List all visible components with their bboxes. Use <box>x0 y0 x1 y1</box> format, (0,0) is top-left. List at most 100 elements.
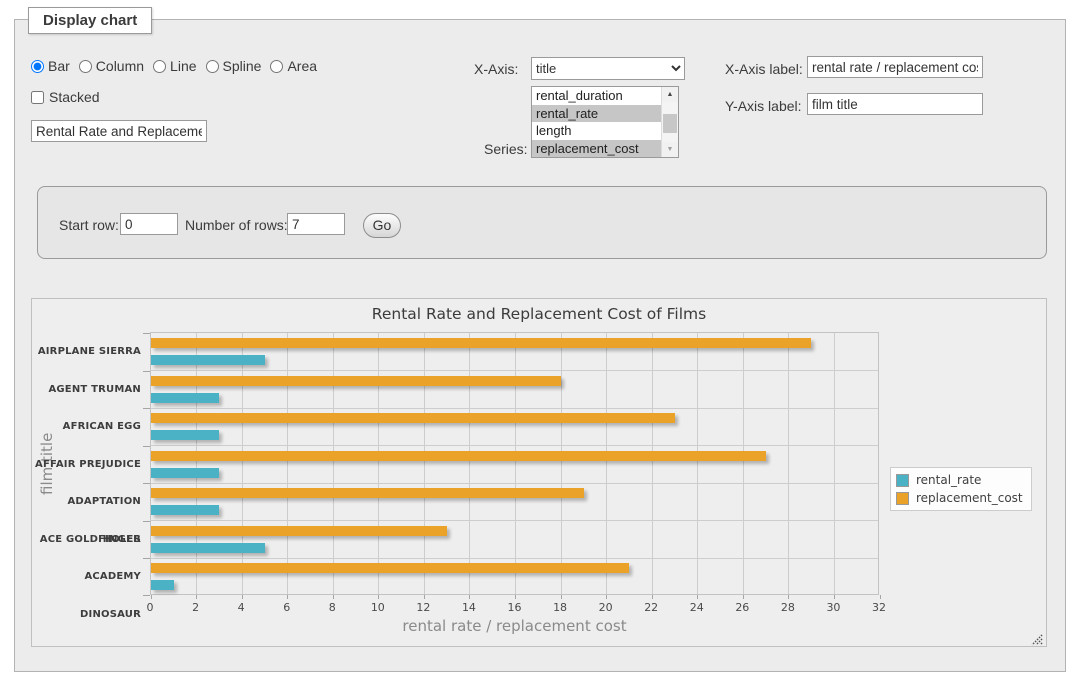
rows-panel: Start row: Number of rows: Go <box>37 186 1047 259</box>
radio-label: Line <box>170 58 196 74</box>
chart-panel: Rental Rate and Replacement Cost of Film… <box>31 298 1047 647</box>
chart-title-input[interactable] <box>31 120 207 142</box>
series-option-replacement_cost[interactable]: replacement_cost <box>532 140 661 158</box>
radio-icon[interactable] <box>206 60 219 73</box>
bar-replacement_cost <box>151 526 447 536</box>
radio-label: Spline <box>223 58 262 74</box>
num-rows-label: Number of rows: <box>185 217 288 233</box>
bar-rental_rate <box>151 580 174 590</box>
x-tick-mark <box>834 595 835 599</box>
y-category-label: AFRICAN EGG <box>31 408 141 446</box>
gridline <box>606 333 607 594</box>
x-axis-label-input[interactable] <box>807 56 983 78</box>
y-tick-mark <box>143 483 150 484</box>
radio-label: Bar <box>48 58 70 74</box>
radio-icon[interactable] <box>31 60 44 73</box>
x-tick-label: 2 <box>176 601 216 614</box>
x-axis-title: rental rate / replacement cost <box>150 617 879 635</box>
bar-replacement_cost <box>151 338 811 348</box>
x-tick-label: 6 <box>267 601 307 614</box>
scroll-down-icon[interactable]: ▼ <box>662 142 678 157</box>
gridline <box>834 333 835 594</box>
x-tick-label: 30 <box>813 601 853 614</box>
num-rows-input[interactable] <box>287 213 345 235</box>
series-scrollbar[interactable]: ▲ ▼ <box>661 87 678 157</box>
radio-label: Area <box>287 58 317 74</box>
chart-type-radio-spline[interactable]: Spline <box>206 58 262 74</box>
scrollbar-thumb[interactable] <box>663 114 677 133</box>
chart-type-radio-line[interactable]: Line <box>153 58 196 74</box>
x-tick-mark <box>242 595 243 599</box>
gridline <box>561 333 562 594</box>
y-tick-mark <box>143 408 150 409</box>
y-axis-label-label: Y-Axis label: <box>725 98 802 114</box>
display-chart-fieldset: Display chart BarColumnLineSplineArea St… <box>14 19 1066 672</box>
series-options: rental_durationrental_ratelengthreplacem… <box>532 87 661 157</box>
x-tick-mark <box>378 595 379 599</box>
legend-item: rental_rate <box>896 473 1023 487</box>
stacked-label: Stacked <box>49 89 100 105</box>
bar-rental_rate <box>151 430 219 440</box>
x-tick-mark <box>788 595 789 599</box>
series-select-label: Series: <box>484 141 528 157</box>
series-option-rental_duration[interactable]: rental_duration <box>532 87 661 105</box>
radio-icon[interactable] <box>153 60 166 73</box>
gridline <box>515 333 516 594</box>
chart-type-radio-bar[interactable]: Bar <box>31 58 70 74</box>
go-button[interactable]: Go <box>363 213 401 238</box>
radio-icon[interactable] <box>270 60 283 73</box>
stacked-checkbox-row[interactable]: Stacked <box>31 89 100 105</box>
y-axis-label-input[interactable] <box>807 93 983 115</box>
bar-replacement_cost <box>151 488 584 498</box>
x-axis-select[interactable]: title <box>531 57 685 80</box>
bar-rental_rate <box>151 393 219 403</box>
legend-swatch-icon <box>896 492 909 505</box>
x-tick-mark <box>469 595 470 599</box>
bar-rental_rate <box>151 468 219 478</box>
y-category-label: ACADEMY DINOSAUR <box>31 558 141 596</box>
x-tick-label: 26 <box>722 601 762 614</box>
gridline <box>378 333 379 594</box>
gridline <box>333 333 334 594</box>
x-tick-label: 8 <box>312 601 352 614</box>
chart-legend: rental_rate replacement_cost <box>890 467 1032 511</box>
x-tick-mark <box>652 595 653 599</box>
bar-replacement_cost <box>151 413 675 423</box>
series-option-length[interactable]: length <box>532 122 661 140</box>
x-tick-mark <box>287 595 288 599</box>
stacked-checkbox[interactable] <box>31 91 44 104</box>
gridline <box>652 333 653 594</box>
y-tick-mark <box>143 446 150 447</box>
x-tick-label: 32 <box>859 601 899 614</box>
gridline <box>287 333 288 594</box>
series-multiselect[interactable]: rental_durationrental_ratelengthreplacem… <box>531 86 679 158</box>
y-tick-mark <box>143 333 150 334</box>
chart-type-radio-area[interactable]: Area <box>270 58 317 74</box>
x-tick-label: 20 <box>586 601 626 614</box>
bar-rental_rate <box>151 355 265 365</box>
bar-rental_rate <box>151 543 265 553</box>
gridline <box>697 333 698 594</box>
series-option-rental_rate[interactable]: rental_rate <box>532 105 661 123</box>
gridline <box>743 333 744 594</box>
x-tick-label: 22 <box>631 601 671 614</box>
resize-handle-icon[interactable] <box>1031 631 1043 643</box>
chart-type-radio-group: Bar Column Line Spline Area <box>31 58 317 74</box>
x-tick-label: 0 <box>130 601 170 614</box>
gridline <box>469 333 470 594</box>
bar-replacement_cost <box>151 376 561 386</box>
x-tick-mark <box>196 595 197 599</box>
radio-icon[interactable] <box>79 60 92 73</box>
chart-type-radio-column[interactable]: Column <box>79 58 144 74</box>
radio-label: Column <box>96 58 144 74</box>
start-row-label: Start row: <box>59 217 119 233</box>
start-row-input[interactable] <box>120 213 178 235</box>
x-tick-mark <box>606 595 607 599</box>
y-tick-mark <box>143 521 150 522</box>
plot-area: AIRPLANE SIERRAAGENT TRUMANAFRICAN EGGAF… <box>150 332 879 595</box>
gridline <box>151 558 878 559</box>
y-category-label: AFFAIR PREJUDICE <box>31 446 141 484</box>
legend-label: replacement_cost <box>916 491 1023 505</box>
x-tick-label: 12 <box>403 601 443 614</box>
scroll-up-icon[interactable]: ▲ <box>662 87 678 102</box>
